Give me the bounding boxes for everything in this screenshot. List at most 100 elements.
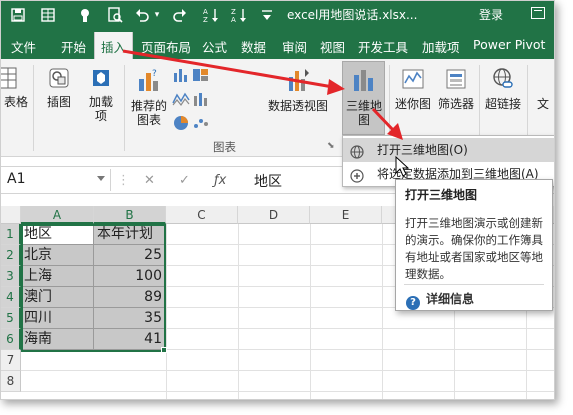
cancel-icon[interactable]: ✕ xyxy=(144,173,155,188)
pivotchart-label: 数据透视图 xyxy=(267,99,328,113)
tooltip-title: 打开三维地图 xyxy=(405,188,478,202)
scatter-chart-icon[interactable] xyxy=(191,115,211,134)
filters-label: 筛选器 xyxy=(437,97,474,111)
login-link[interactable]: 登录 xyxy=(479,6,503,23)
sort-ascending-icon[interactable]: AZ xyxy=(201,5,221,25)
row-header-3[interactable]: 3 xyxy=(1,266,21,287)
table-icon[interactable] xyxy=(39,5,57,25)
cell-a3[interactable]: 上海 xyxy=(21,266,94,287)
column-header-c[interactable]: C xyxy=(166,206,238,224)
customize-qat-icon[interactable] xyxy=(257,5,277,25)
map3d-icon xyxy=(342,67,386,96)
more-dots-icon: ⋮ xyxy=(117,173,130,188)
menu-item-open-3d-map[interactable]: 打开三维地图(O) xyxy=(343,138,554,162)
column-header-b[interactable]: B xyxy=(94,206,166,224)
table-button[interactable]: 表格 xyxy=(1,95,31,109)
text-button[interactable]: 文 xyxy=(533,97,553,111)
recommended-charts-icon: ? xyxy=(129,67,169,96)
cell-b4[interactable]: 89 xyxy=(94,287,166,308)
column-header-e[interactable]: E xyxy=(310,206,382,224)
excel-window: ▾ AZ ZA excel用地图说话.xlsx... 登录 文件 开始 插入 页… xyxy=(0,0,555,400)
sort-descending-icon[interactable]: ZA xyxy=(229,5,249,25)
addins-label-line1: 加载 xyxy=(88,95,113,109)
cell-a6[interactable]: 海南 xyxy=(21,329,94,350)
svg-text:?: ? xyxy=(152,69,157,79)
addins-button[interactable]: 加载 项 xyxy=(83,67,119,123)
tab-view[interactable]: 视图 xyxy=(320,37,345,56)
tooltip-more-info-label: 详细信息 xyxy=(426,292,475,306)
cell-a1[interactable]: 地区 xyxy=(21,224,94,245)
undo-dropdown-icon[interactable]: ▾ xyxy=(151,5,163,25)
svg-text:Z: Z xyxy=(231,8,236,16)
charts-dialog-launcher-icon[interactable]: ⬊ xyxy=(327,141,335,151)
sparklines-label: 迷你图 xyxy=(394,97,431,111)
column-header-d[interactable]: D xyxy=(238,206,310,224)
enter-icon[interactable]: ✓ xyxy=(179,173,190,188)
tab-data[interactable]: 数据 xyxy=(241,37,266,56)
cell-a4[interactable]: 澳门 xyxy=(21,287,94,308)
ribbon-display-options-icon[interactable] xyxy=(531,7,545,19)
name-box[interactable]: A1 xyxy=(1,169,111,191)
tooltip-description: 打开三维地图演示或创建新的演示。确保你的工作簿具有地址或者国家或地区等地理数据。 xyxy=(405,216,543,281)
map3d-button[interactable]: 三维地 图 xyxy=(342,67,386,127)
tab-file[interactable]: 文件 xyxy=(11,37,36,56)
cell-a2[interactable]: 北京 xyxy=(21,245,94,266)
cell-b6[interactable]: 41 xyxy=(94,329,166,350)
save-icon[interactable] xyxy=(9,5,27,25)
tab-review[interactable]: 审阅 xyxy=(282,37,307,56)
name-box-dropdown-icon[interactable] xyxy=(97,176,105,181)
row-header-1[interactable]: 1 xyxy=(1,224,21,245)
row-header-8[interactable]: 8 xyxy=(1,371,21,392)
ribbon-tabs: 文件 开始 插入 页面布局 公式 数据 审阅 视图 开发工具 加载项 Power… xyxy=(1,29,554,59)
cell-b5[interactable]: 35 xyxy=(94,308,166,329)
store-icon xyxy=(83,67,119,92)
select-all-corner[interactable] xyxy=(1,206,21,224)
cell-b3[interactable]: 100 xyxy=(94,266,166,287)
hierarchy-chart-icon[interactable] xyxy=(191,67,211,86)
recommended-charts-label-line2: 图表 xyxy=(136,113,161,127)
pie-chart-icon[interactable] xyxy=(171,115,191,134)
row-header-4[interactable]: 4 xyxy=(1,287,21,308)
tab-developer[interactable]: 开发工具 xyxy=(358,37,408,56)
cell-b2[interactable]: 25 xyxy=(94,245,166,266)
undo-icon[interactable] xyxy=(133,5,151,25)
help-icon: ? xyxy=(406,296,420,310)
sparkline-icon xyxy=(393,67,433,94)
cell-b1[interactable]: 本年计划 xyxy=(94,224,166,245)
map3d-label-line2: 图 xyxy=(357,113,370,127)
column-header-a[interactable]: A xyxy=(21,206,94,224)
hyperlink-button[interactable]: 超链接 xyxy=(483,67,523,111)
row-header-6[interactable]: 6 xyxy=(1,329,21,350)
globe-icon xyxy=(350,143,364,159)
fill-handle[interactable] xyxy=(161,347,167,353)
sparklines-button[interactable]: 迷你图 xyxy=(393,67,433,111)
row-header-7[interactable]: 7 xyxy=(1,350,21,371)
tab-power-pivot[interactable]: Power Pivot xyxy=(473,37,545,52)
insert-function-icon[interactable]: ƒx xyxy=(214,173,226,188)
tab-home[interactable]: 开始 xyxy=(61,37,86,56)
tab-insert[interactable]: 插入 xyxy=(94,32,134,59)
tab-formulas[interactable]: 公式 xyxy=(202,37,227,56)
filters-button[interactable]: 筛选器 xyxy=(436,67,476,111)
tooltip-more-info-link[interactable]: ? 详细信息 xyxy=(406,290,474,310)
touch-mode-icon[interactable] xyxy=(75,5,95,25)
redo-icon[interactable] xyxy=(171,5,189,25)
illustrations-button[interactable]: 插图 xyxy=(41,67,77,109)
map3d-label-line1: 三维地 xyxy=(345,99,382,113)
column-chart-icon[interactable] xyxy=(171,67,191,86)
window-title: excel用地图说话.xlsx... xyxy=(287,8,418,22)
statistic-chart-icon[interactable] xyxy=(191,91,211,110)
tab-page-layout[interactable]: 页面布局 xyxy=(141,37,191,56)
pivotchart-button[interactable]: 数据透视图 xyxy=(263,67,333,113)
formula-input[interactable]: 地区 xyxy=(254,171,282,191)
line-chart-icon[interactable] xyxy=(171,91,191,110)
row-header-5[interactable]: 5 xyxy=(1,308,21,329)
recommended-charts-button[interactable]: ? 推荐的 图表 xyxy=(129,67,169,127)
print-preview-icon[interactable] xyxy=(105,5,125,25)
globe-add-icon xyxy=(350,167,364,183)
svg-text:A: A xyxy=(203,8,208,16)
cell-a5[interactable]: 四川 xyxy=(21,308,94,329)
addins-label-line2: 项 xyxy=(94,109,107,123)
tab-addins[interactable]: 加载项 xyxy=(422,37,460,56)
row-header-2[interactable]: 2 xyxy=(1,245,21,266)
